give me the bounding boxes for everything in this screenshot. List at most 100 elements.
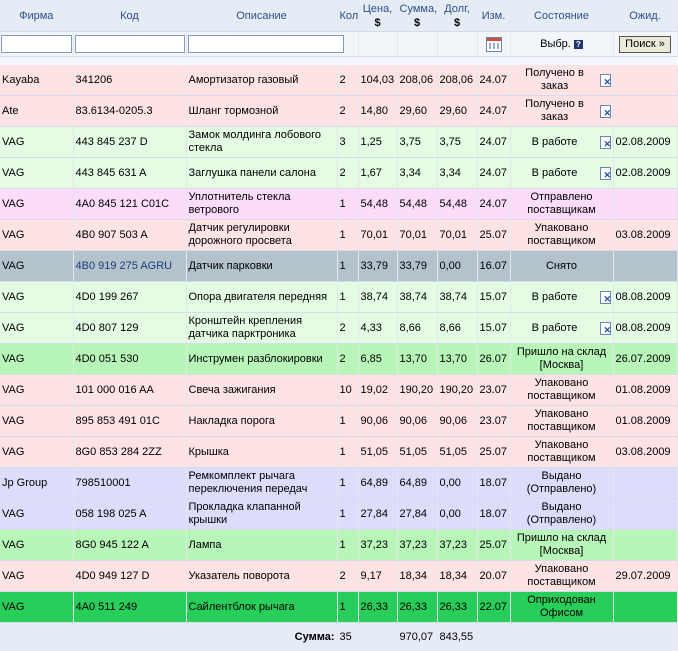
header-description[interactable]: Описание bbox=[186, 0, 337, 32]
cell-price: 70,01 bbox=[358, 220, 397, 251]
table-row[interactable]: VAG4D0 807 129Кронштейн крепления датчик… bbox=[0, 313, 677, 344]
table-row[interactable]: VAG895 853 491 01CНакладка порога190,069… bbox=[0, 406, 677, 437]
state-wrapper: Оприходован Офисом bbox=[513, 594, 611, 620]
state-wrapper: Упаковано поставщиком bbox=[513, 439, 611, 465]
state-text: Выдано (Отправлено) bbox=[513, 470, 611, 496]
cell-expected bbox=[613, 592, 677, 623]
header-sum-currency: $ bbox=[414, 17, 420, 29]
header-sum[interactable]: Сумма, $ bbox=[397, 0, 437, 32]
table-row[interactable]: Kayaba341206Амортизатор газовый2104,0320… bbox=[0, 65, 677, 96]
cell-qty: 1 bbox=[337, 406, 358, 437]
filter-code-input[interactable] bbox=[75, 35, 185, 53]
search-button[interactable]: Поиск » bbox=[619, 36, 671, 53]
help-icon[interactable]: ? bbox=[574, 40, 583, 49]
totals-label: Сумма: bbox=[0, 623, 337, 651]
cancel-document-icon[interactable]: ✕ bbox=[600, 136, 611, 149]
cell-state: Упаковано поставщиком bbox=[510, 561, 613, 592]
header-state[interactable]: Состояние bbox=[510, 0, 613, 32]
table-row[interactable]: VAG101 000 016 AAСвеча зажигания1019,021… bbox=[0, 375, 677, 406]
cell-sum: 54,48 bbox=[397, 189, 437, 220]
header-firm[interactable]: Фирма bbox=[0, 0, 73, 32]
table-row[interactable]: VAG4B0 907 503 AДатчик регулировки дорож… bbox=[0, 220, 677, 251]
cell-expected: 03.08.2009 bbox=[613, 220, 677, 251]
header-debt[interactable]: Долг,$ bbox=[437, 0, 477, 32]
cell-expected bbox=[613, 96, 677, 127]
cell-price: 26,33 bbox=[358, 592, 397, 623]
table-row[interactable]: VAG8G0 853 284 2ZZКрышка151,0551,0551,05… bbox=[0, 437, 677, 468]
table-row[interactable]: VAG4D0 199 267Опора двигателя передняя13… bbox=[0, 282, 677, 313]
table-row[interactable]: Jp Group798510001Ремкомплект рычага пере… bbox=[0, 468, 677, 499]
cell-changed: 15.07 bbox=[477, 282, 510, 313]
header-price[interactable]: Цена,$ bbox=[358, 0, 397, 32]
cell-changed: 23.07 bbox=[477, 375, 510, 406]
table-row[interactable]: VAG058 198 025 AПрокладка клапанной крыш… bbox=[0, 499, 677, 530]
cell-code: 83.6134-0205.3 bbox=[73, 96, 186, 127]
header-qty[interactable]: Кол bbox=[337, 0, 358, 32]
cell-price: 27,84 bbox=[358, 499, 397, 530]
cell-firm: VAG bbox=[0, 592, 73, 623]
header-expected[interactable]: Ожид. bbox=[613, 0, 677, 32]
cell-qty: 1 bbox=[337, 251, 358, 282]
cell-debt: 51,05 bbox=[437, 437, 477, 468]
header-sum-label: Сумма, bbox=[400, 3, 438, 15]
cell-state: В работе✕ bbox=[510, 313, 613, 344]
table-row[interactable]: VAG4A0 511 249Сайлентблок рычага126,3326… bbox=[0, 592, 677, 623]
cell-qty: 1 bbox=[337, 468, 358, 499]
table-row[interactable]: VAG443 845 631 AЗаглушка панели салона21… bbox=[0, 158, 677, 189]
cancel-document-icon[interactable]: ✕ bbox=[600, 105, 611, 118]
calendar-icon[interactable] bbox=[486, 37, 502, 52]
cell-code: 4D0 807 129 bbox=[73, 313, 186, 344]
cell-expected bbox=[613, 499, 677, 530]
state-text: В работе bbox=[513, 291, 597, 304]
cell-qty: 2 bbox=[337, 65, 358, 96]
cell-state: В работе✕ bbox=[510, 282, 613, 313]
filter-description-input[interactable] bbox=[188, 35, 344, 53]
cell-code: 4B0 907 503 A bbox=[73, 220, 186, 251]
cell-qty: 1 bbox=[337, 592, 358, 623]
filter-firm-input[interactable] bbox=[1, 35, 72, 53]
spacer-cell bbox=[0, 57, 677, 66]
cell-debt: 29,60 bbox=[437, 96, 477, 127]
cell-price: 9,17 bbox=[358, 561, 397, 592]
cell-price: 6,85 bbox=[358, 344, 397, 375]
cell-code: 798510001 bbox=[73, 468, 186, 499]
header-changed[interactable]: Изм. bbox=[477, 0, 510, 32]
state-select-label[interactable]: Выбр. bbox=[540, 38, 571, 50]
cell-sum: 64,89 bbox=[397, 468, 437, 499]
cell-changed: 16.07 bbox=[477, 251, 510, 282]
cell-description: Заглушка панели салона bbox=[186, 158, 337, 189]
state-wrapper: В работе✕ bbox=[513, 291, 611, 304]
table-row[interactable]: VAG4D0 949 127 DУказатель поворота29,171… bbox=[0, 561, 677, 592]
table-row[interactable]: VAG8G0 945 122 AЛампа137,2337,2337,2325.… bbox=[0, 530, 677, 561]
cell-sum: 51,05 bbox=[397, 437, 437, 468]
cancel-document-icon[interactable]: ✕ bbox=[600, 74, 611, 87]
cell-debt: 26,33 bbox=[437, 592, 477, 623]
table-row[interactable]: VAG4D0 051 530Инструмен разблокировки26,… bbox=[0, 344, 677, 375]
cell-firm: VAG bbox=[0, 158, 73, 189]
orders-table: Фирма Код Описание Кол Цена,$ Сумма, $ До… bbox=[0, 0, 678, 651]
cell-description: Датчик регулировки дорожного просвета bbox=[186, 220, 337, 251]
state-text: В работе bbox=[513, 167, 597, 180]
table-row[interactable]: VAG4B0 919 275 AGRUДатчик парковки133,79… bbox=[0, 251, 677, 282]
cell-firm: VAG bbox=[0, 127, 73, 158]
table-row[interactable]: Ate83.6134-0205.3Шланг тормозной214,8029… bbox=[0, 96, 677, 127]
state-wrapper: Выдано (Отправлено) bbox=[513, 470, 611, 496]
table-row[interactable]: VAG4A0 845 121 C01CУплотнитель стекла ве… bbox=[0, 189, 677, 220]
cell-debt: 208,06 bbox=[437, 65, 477, 96]
cell-firm: VAG bbox=[0, 561, 73, 592]
state-wrapper: Пришло на склад [Москва] bbox=[513, 346, 611, 372]
header-code[interactable]: Код bbox=[73, 0, 186, 32]
cancel-document-icon[interactable]: ✕ bbox=[600, 322, 611, 335]
header-debt-currency: $ bbox=[454, 17, 460, 29]
cell-debt: 90,06 bbox=[437, 406, 477, 437]
state-wrapper: Отправлено поставщикам bbox=[513, 191, 611, 217]
cell-changed: 22.07 bbox=[477, 592, 510, 623]
cell-debt: 3,75 bbox=[437, 127, 477, 158]
cancel-document-icon[interactable]: ✕ bbox=[600, 291, 611, 304]
cell-description: Замок молдинга лобового стекла bbox=[186, 127, 337, 158]
cell-changed: 23.07 bbox=[477, 406, 510, 437]
cancel-document-icon[interactable]: ✕ bbox=[600, 167, 611, 180]
cell-qty: 1 bbox=[337, 220, 358, 251]
cell-sum: 33,79 bbox=[397, 251, 437, 282]
table-row[interactable]: VAG443 845 237 DЗамок молдинга лобового … bbox=[0, 127, 677, 158]
